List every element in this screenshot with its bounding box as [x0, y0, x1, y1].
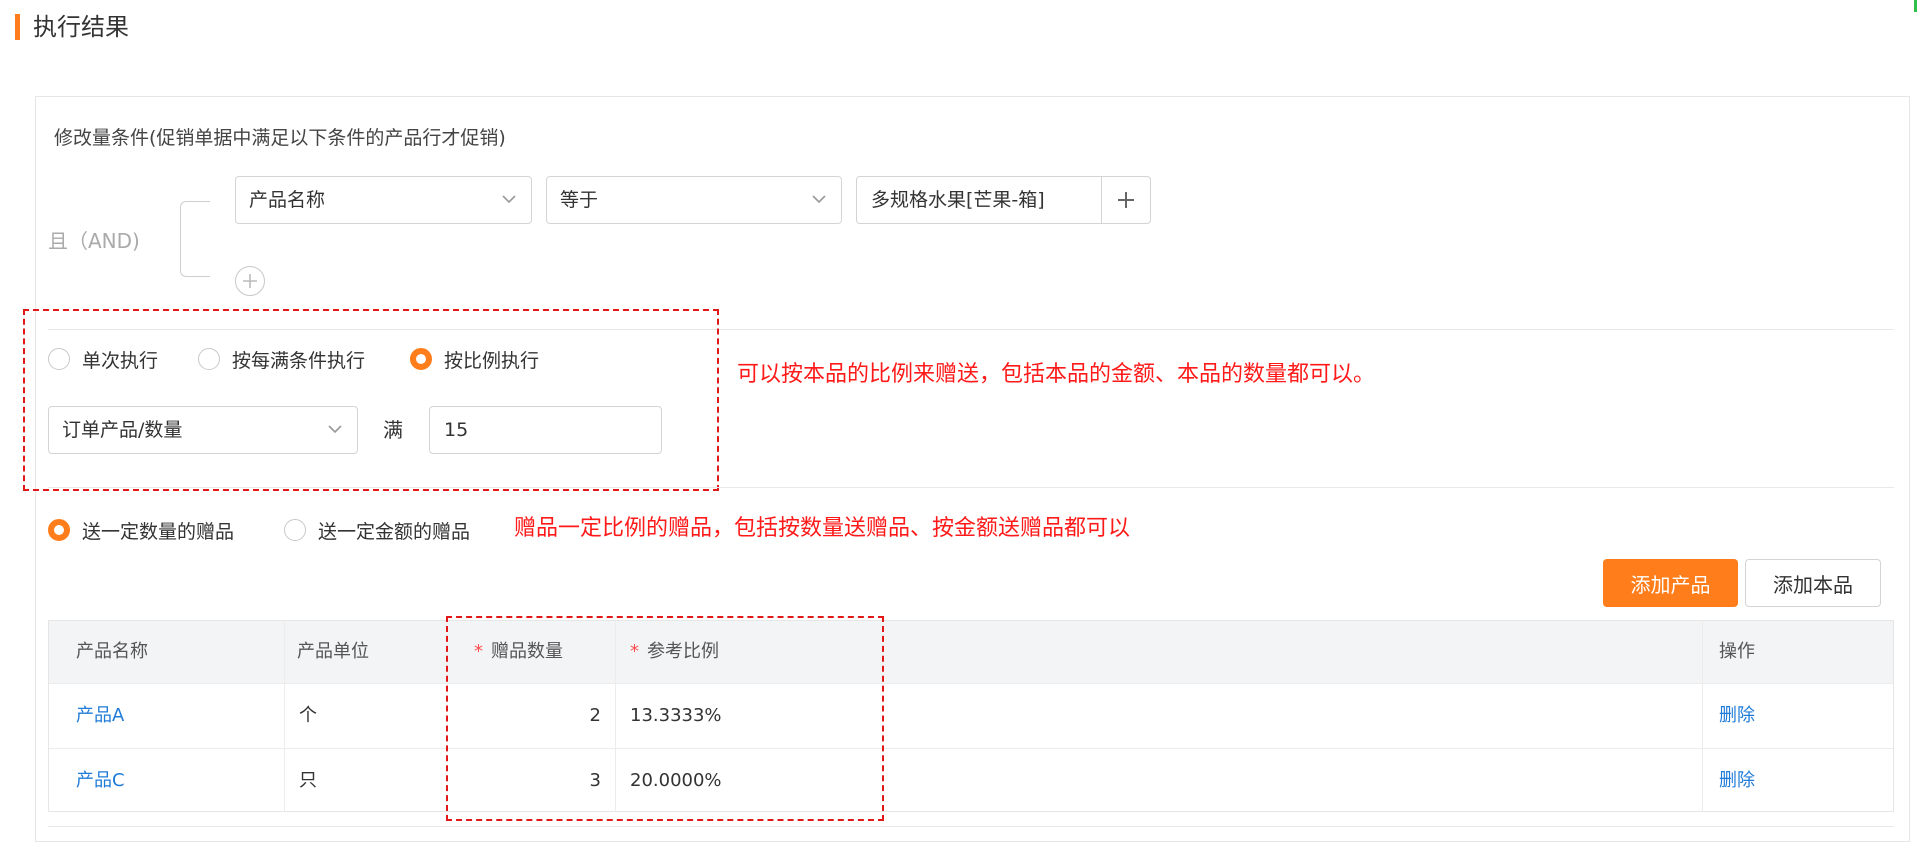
- gift-table: 产品名称 产品单位 * 赠品数量 * 参考比例 操作 产品A 个 2 13.3333…: [48, 620, 1894, 812]
- delete-link[interactable]: 删除: [1719, 749, 1755, 813]
- divider: [48, 487, 1894, 488]
- plus-icon: [1118, 192, 1134, 208]
- radio-gift-by-amount[interactable]: 送一定金额的赠品: [284, 518, 471, 543]
- scroll-indicator: [1914, 0, 1917, 12]
- table-header: 产品名称 产品单位 * 赠品数量 * 参考比例 操作: [49, 621, 1893, 683]
- condition-operator-value: 等于: [560, 189, 599, 211]
- add-self-product-button[interactable]: 添加本品: [1745, 559, 1881, 607]
- product-name-link[interactable]: 产品A: [76, 684, 124, 748]
- column-header-unit: 产品单位: [297, 641, 369, 662]
- radio-label: 送一定数量的赠品: [82, 520, 235, 543]
- condition-value-field[interactable]: 多规格水果[芒果-箱]: [856, 176, 1151, 224]
- add-value-button[interactable]: [1101, 177, 1150, 223]
- radio-gift-by-quantity[interactable]: 送一定数量的赠品: [48, 518, 235, 543]
- condition-field-value: 产品名称: [249, 189, 326, 211]
- chevron-down-icon: [812, 195, 826, 204]
- annotation-box-table: [446, 616, 884, 821]
- column-header-product-name: 产品名称: [76, 641, 148, 662]
- condition-bracket: [180, 201, 210, 277]
- add-product-button[interactable]: 添加产品: [1603, 559, 1738, 607]
- table-row: 产品C 只 3 20.0000% 删除: [49, 748, 1893, 814]
- column-header-actions: 操作: [1719, 641, 1755, 662]
- add-condition-button[interactable]: [235, 266, 265, 296]
- logic-and-label: 且（AND): [48, 229, 140, 253]
- page-title: 执行结果: [33, 13, 129, 41]
- product-unit: 个: [299, 705, 317, 726]
- divider: [48, 826, 1894, 827]
- condition-field-select[interactable]: 产品名称: [235, 176, 532, 224]
- chevron-down-icon: [502, 195, 516, 204]
- delete-link[interactable]: 删除: [1719, 684, 1755, 748]
- table-row: 产品A 个 2 13.3333% 删除: [49, 683, 1893, 749]
- title-accent-bar: [15, 14, 20, 40]
- radio-circle-selected: [48, 519, 70, 541]
- annotation-box-execution: [23, 309, 719, 491]
- product-unit: 只: [299, 770, 317, 791]
- radio-circle: [284, 519, 306, 541]
- radio-label: 送一定金额的赠品: [318, 520, 471, 543]
- condition-operator-select[interactable]: 等于: [546, 176, 842, 224]
- annotation-ratio-note: 可以按本品的比例来赠送，包括本品的金额、本品的数量都可以。: [737, 362, 1376, 387]
- condition-heading: 修改量条件(促销单据中满足以下条件的产品行才促销): [54, 127, 506, 149]
- annotation-gift-note: 赠品一定比例的赠品，包括按数量送赠品、按金额送赠品都可以: [514, 516, 1131, 541]
- condition-value-text: 多规格水果[芒果-箱]: [871, 189, 1045, 211]
- product-name-link[interactable]: 产品C: [76, 749, 125, 813]
- add-circle-icon: [243, 274, 257, 288]
